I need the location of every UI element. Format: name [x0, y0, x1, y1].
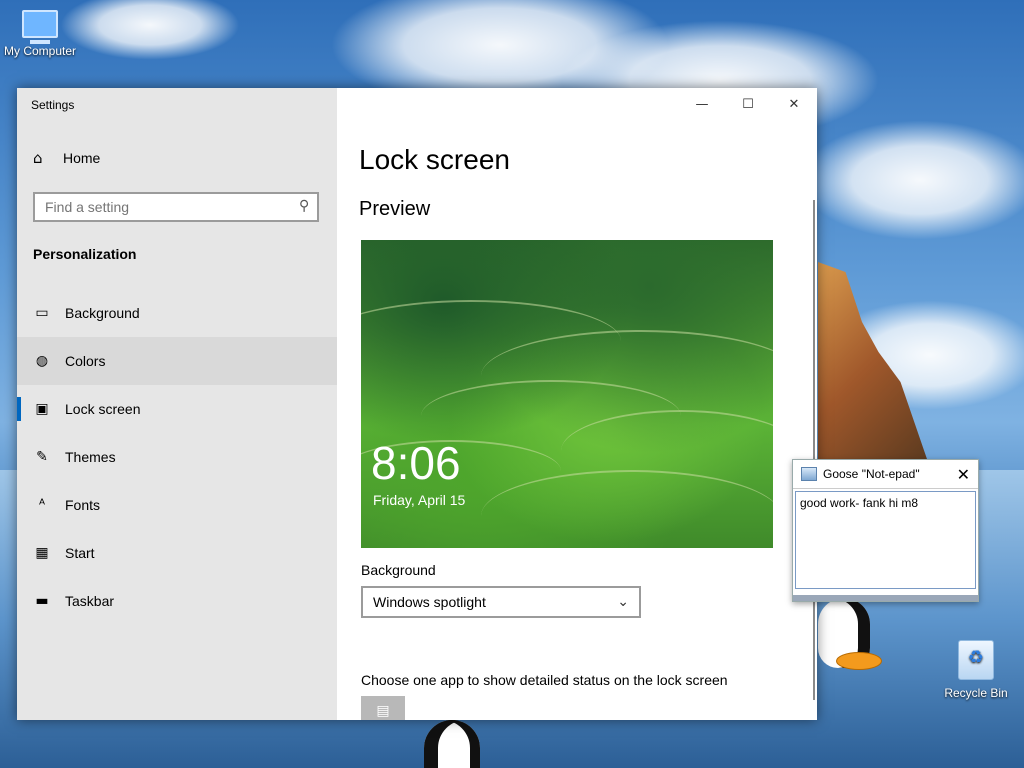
themes-icon: ✎	[36, 449, 48, 465]
notepad-title-bar[interactable]: Goose "Not-epad" ✕	[793, 460, 978, 489]
sidebar-item-fonts[interactable]: ᴬ Fonts	[17, 481, 337, 529]
lock-screen-icon: ▣	[35, 401, 49, 417]
sidebar-item-label: Colors	[65, 353, 106, 369]
detailed-status-label: Choose one app to show detailed status o…	[361, 672, 728, 688]
sidebar-item-lock-screen[interactable]: ▣ Lock screen	[17, 385, 337, 433]
my-computer-desktop-icon[interactable]: My Computer	[0, 10, 80, 58]
start-icon: ▦	[35, 545, 49, 561]
home-label: Home	[63, 150, 101, 166]
desktop-icon-label: My Computer	[3, 44, 77, 58]
palette-icon: ◍	[35, 353, 49, 369]
maximize-icon: ☐	[742, 96, 754, 112]
sidebar-item-label: Start	[65, 545, 95, 561]
cloud	[60, 0, 240, 60]
sidebar-item-start[interactable]: ▦ Start	[17, 529, 337, 577]
chevron-down-icon: ⌄	[617, 594, 629, 610]
minimize-button[interactable]: —	[679, 88, 725, 120]
notepad-bottom-bar	[793, 595, 978, 601]
settings-window: Settings ⌂ Home ⚲ Personalization ▭ Back…	[17, 88, 817, 720]
home-nav-item[interactable]: ⌂ Home	[33, 150, 100, 166]
detailed-status-app-button[interactable]: ▤	[361, 696, 405, 720]
preview-heading: Preview	[359, 198, 431, 220]
caption-buttons: — ☐ ✕	[679, 88, 817, 120]
goose-foot	[836, 652, 882, 670]
fonts-icon: ᴬ	[38, 497, 46, 513]
notepad-text-area[interactable]: good work- fank hi m8	[795, 491, 976, 589]
notepad-icon	[801, 467, 817, 481]
desktop-icon-label: Recycle Bin	[944, 686, 1008, 700]
sidebar-item-label: Themes	[65, 449, 116, 465]
sidebar-item-label: Lock screen	[65, 401, 141, 417]
maximize-button[interactable]: ☐	[725, 88, 771, 120]
background-dropdown[interactable]: Windows spotlight ⌄	[361, 586, 641, 618]
sidebar-item-themes[interactable]: ✎ Themes	[17, 433, 337, 481]
recycle-bin-desktop-icon[interactable]: Recycle Bin	[940, 640, 1012, 700]
calendar-icon: ▤	[376, 703, 390, 719]
page-title: Lock screen	[359, 144, 510, 175]
sidebar-item-label: Taskbar	[65, 593, 115, 609]
sidebar-item-label: Fonts	[65, 497, 101, 513]
background-label: Background	[361, 562, 436, 578]
lock-screen-preview: 8:06 Friday, April 15	[361, 240, 773, 548]
recycle-bin-icon	[958, 640, 994, 680]
computer-icon	[22, 10, 58, 44]
close-icon: ✕	[788, 96, 800, 112]
preview-date: Friday, April 15	[373, 492, 466, 508]
goose-head	[424, 720, 480, 768]
search-box[interactable]: ⚲	[33, 192, 319, 222]
taskbar-icon: ▬	[35, 593, 49, 609]
goose-notepad-window: Goose "Not-epad" ✕ good work- fank hi m8	[792, 459, 979, 602]
window-title: Settings	[31, 98, 75, 112]
search-icon[interactable]: ⚲	[299, 198, 309, 214]
scrollbar[interactable]	[813, 200, 815, 700]
minimize-icon: —	[695, 96, 709, 112]
notepad-close-icon[interactable]: ✕	[957, 465, 970, 484]
preview-time: 8:06	[371, 437, 461, 489]
image-icon: ▭	[35, 305, 49, 321]
sidebar-item-label: Background	[65, 305, 140, 321]
sidebar-nav: ▭ Background ◍ Colors ▣ Lock screen ✎ Th…	[17, 289, 337, 625]
close-button[interactable]: ✕	[771, 88, 817, 120]
sidebar-item-taskbar[interactable]: ▬ Taskbar	[17, 577, 337, 625]
notepad-title: Goose "Not-epad"	[823, 467, 920, 481]
settings-content: — ☐ ✕ Lock screen Preview 8:06 Friday, A…	[337, 88, 817, 720]
background-dropdown-value: Windows spotlight	[373, 594, 486, 610]
sidebar-item-background[interactable]: ▭ Background	[17, 289, 337, 337]
sidebar-item-colors[interactable]: ◍ Colors	[17, 337, 337, 385]
cloud	[800, 120, 1024, 240]
section-label: Personalization	[33, 246, 137, 262]
settings-sidebar: Settings ⌂ Home ⚲ Personalization ▭ Back…	[17, 88, 337, 720]
search-input[interactable]	[35, 194, 295, 220]
home-icon: ⌂	[33, 149, 43, 167]
